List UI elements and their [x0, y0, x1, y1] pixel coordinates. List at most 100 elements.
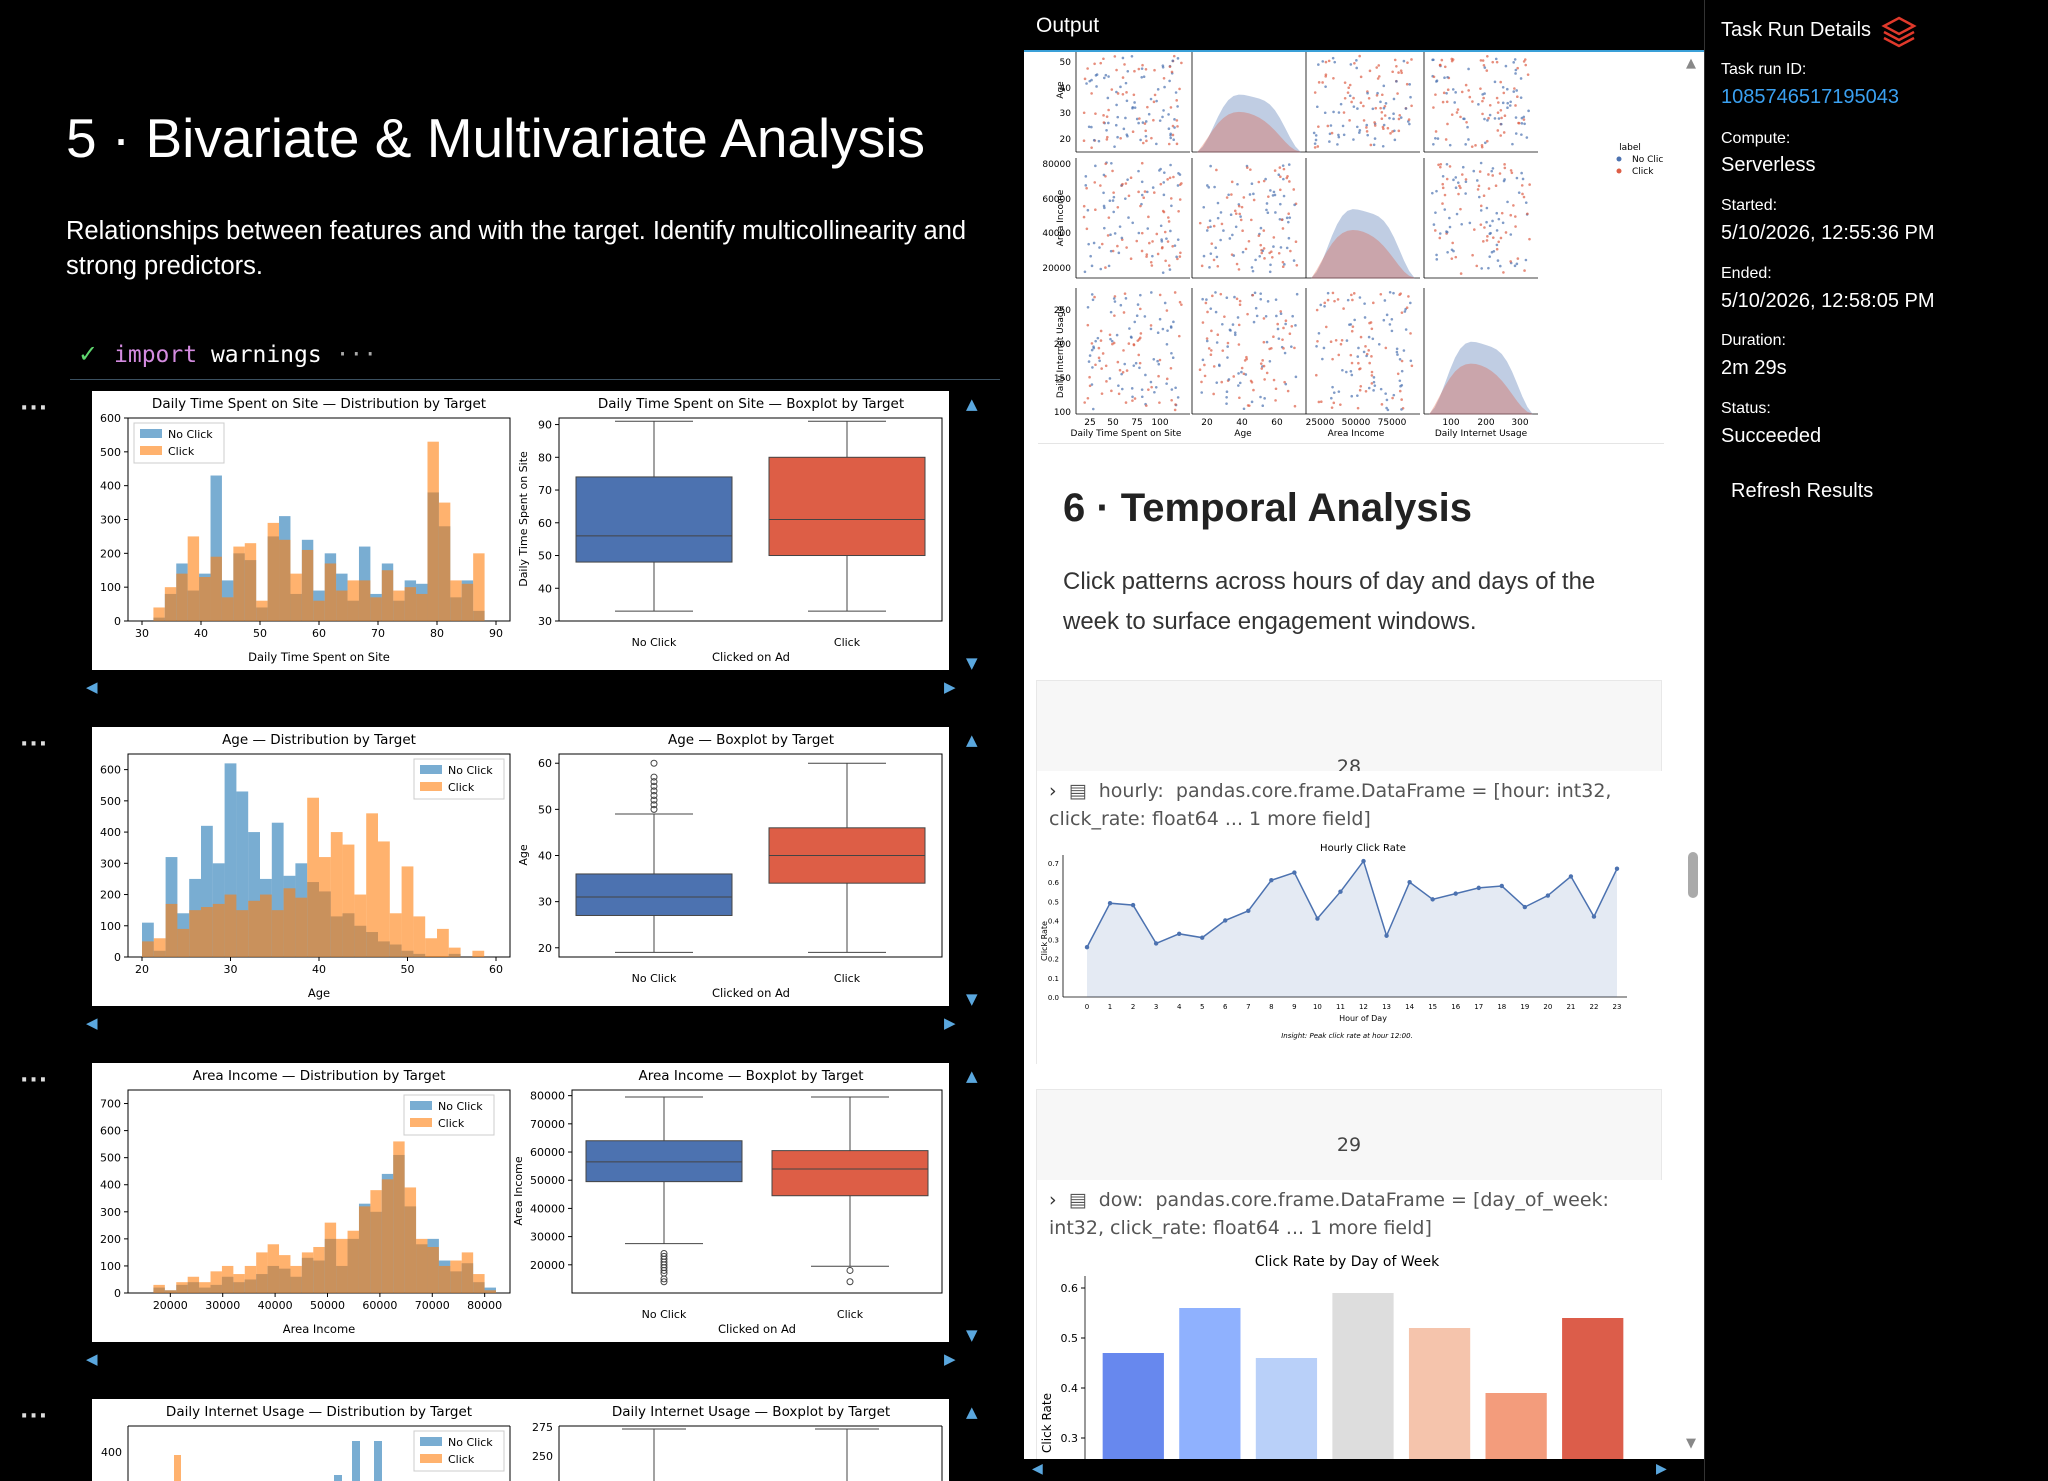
box-group: 20 30 40 50 60 — [538, 757, 926, 955]
output-vertical-scrollbar[interactable]: ▲ ▼ — [1684, 52, 1704, 1481]
scroll-up-arrow[interactable]: ▲ — [966, 395, 978, 413]
scroll-right-arrow[interactable]: ▶ — [944, 1014, 956, 1032]
hist-bar-click — [358, 580, 371, 621]
refresh-results-button[interactable]: Refresh Results — [1731, 480, 1873, 503]
legend-swatch-click — [420, 782, 442, 791]
pair-point — [1140, 180, 1144, 184]
pair-point — [1481, 112, 1484, 116]
cell-menu-icon[interactable]: ··· — [20, 1068, 48, 1093]
pair-point — [1392, 117, 1395, 121]
pair-point — [1094, 164, 1097, 168]
pair-point — [1176, 125, 1179, 128]
scroll-down-arrow[interactable]: ▼ — [966, 654, 978, 672]
scroll-down-arrow[interactable]: ▼ — [966, 1326, 978, 1344]
pair-point — [1258, 255, 1262, 258]
figure-internet-usage: Daily Internet Usage — Distribution by T… — [92, 1399, 949, 1481]
pair-point — [1499, 134, 1502, 137]
pair-point — [1358, 131, 1361, 134]
hist-ytick: 600 — [100, 764, 121, 777]
pair-point — [1245, 166, 1249, 169]
pair-point — [1212, 392, 1215, 396]
dow-chart: Click Rate by Day of Week Click Rate 0.2… — [1040, 1254, 1624, 1481]
pair-point — [1502, 179, 1506, 183]
pair-point — [1388, 290, 1392, 294]
scroll-up-arrow[interactable]: ▲ — [966, 731, 978, 749]
pair-point — [1142, 196, 1146, 199]
scroll-left-arrow[interactable]: ◀ — [86, 1014, 98, 1032]
dataframe-schema[interactable]: › ▤ hourly: pandas.core.frame.DataFrame … — [1049, 777, 1649, 833]
pair-point — [1167, 220, 1171, 223]
pair-point — [1105, 129, 1108, 132]
scroll-up-arrow[interactable]: ▲ — [966, 1403, 978, 1421]
expand-chevron-icon[interactable]: › — [1049, 1189, 1057, 1211]
code-cell[interactable]: ✓ import warnings ··· — [70, 336, 1000, 380]
legend-label-click: Click — [448, 781, 475, 794]
hist-legend: No Click Click — [403, 1094, 495, 1136]
scroll-right-arrow[interactable]: ▶ — [1656, 1461, 1667, 1477]
scroll-left-arrow[interactable]: ◀ — [86, 678, 98, 696]
scroll-left-arrow[interactable]: ◀ — [1032, 1461, 1043, 1477]
box-ytick: 40 — [538, 850, 552, 863]
pair-point — [1396, 372, 1400, 376]
scrollbar-thumb[interactable] — [1688, 852, 1698, 898]
hist-bar-click — [461, 583, 474, 621]
scroll-left-arrow[interactable]: ◀ — [86, 1350, 98, 1368]
code-collapse-ellipsis[interactable]: ··· — [322, 342, 378, 368]
scroll-down-arrow[interactable]: ▼ — [1686, 1436, 1696, 1451]
pair-point — [1159, 167, 1162, 171]
pair-point — [1237, 384, 1240, 387]
pair-point — [1085, 186, 1088, 190]
legend-swatch-click — [410, 1118, 432, 1127]
code-line[interactable]: import warnings ··· — [114, 342, 377, 368]
pair-point — [1166, 329, 1169, 332]
pair-point — [1238, 212, 1242, 216]
pair-point — [1229, 213, 1233, 216]
cell-menu-icon[interactable]: ··· — [20, 396, 48, 421]
hourly-point — [1292, 870, 1297, 875]
output-panel[interactable]: Age Area Income Daily Internet Usage 50 … — [1024, 52, 1704, 1481]
pair-point — [1370, 370, 1374, 374]
pair-point — [1353, 318, 1356, 322]
pair-point — [1355, 125, 1359, 129]
hist-ytick: 300 — [100, 1206, 121, 1219]
pair-point — [1262, 229, 1266, 232]
pair-point — [1135, 239, 1139, 243]
output-horizontal-scrollbar[interactable]: ◀ ▶ — [1024, 1459, 1704, 1481]
pair-point — [1145, 404, 1148, 407]
task-id-link[interactable]: 1085746517195043 — [1721, 86, 1899, 109]
pair-point — [1509, 169, 1513, 172]
scroll-up-arrow[interactable]: ▲ — [1686, 56, 1696, 71]
pair-point — [1160, 240, 1164, 243]
pair-point — [1230, 180, 1234, 184]
pair-point — [1124, 401, 1128, 404]
expand-chevron-icon[interactable]: › — [1049, 780, 1057, 802]
scroll-up-arrow[interactable]: ▲ — [966, 1067, 978, 1085]
dataframe-schema[interactable]: › ▤ dow: pandas.core.frame.DataFrame = [… — [1049, 1186, 1649, 1242]
cell-menu-icon[interactable]: ··· — [20, 732, 48, 757]
pair-point — [1156, 331, 1160, 335]
scroll-right-arrow[interactable]: ▶ — [944, 678, 956, 696]
pair-point — [1277, 337, 1281, 340]
hourly-point — [1453, 891, 1458, 896]
pair-point — [1369, 143, 1373, 147]
box-ylabel: Daily Time Spent on Site — [517, 451, 530, 587]
pair-point — [1368, 321, 1371, 325]
pair-point — [1358, 129, 1362, 132]
pair-point — [1376, 91, 1379, 95]
hist-xtick: 20 — [135, 963, 149, 976]
scroll-down-arrow[interactable]: ▼ — [966, 990, 978, 1008]
pair-point — [1282, 347, 1285, 350]
pair-point — [1120, 387, 1124, 391]
pair-point — [1293, 203, 1296, 207]
pair-point — [1333, 299, 1336, 303]
cell-menu-icon[interactable]: ··· — [20, 1404, 48, 1429]
hourly-point — [1223, 918, 1228, 923]
pair-point — [1138, 366, 1141, 370]
pair-point — [1459, 186, 1462, 190]
pair-point — [1375, 66, 1379, 69]
scroll-right-arrow[interactable]: ▶ — [944, 1350, 956, 1368]
pair-point — [1211, 294, 1214, 298]
pair-point — [1513, 87, 1516, 90]
pair-point — [1432, 142, 1435, 146]
pair-point — [1274, 399, 1277, 402]
